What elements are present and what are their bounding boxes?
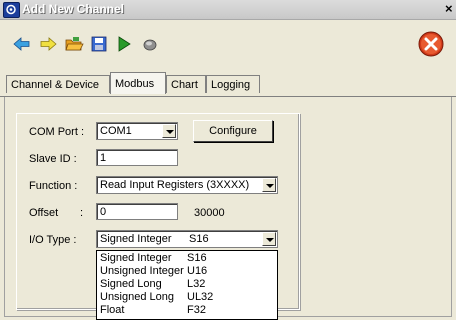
play-icon[interactable]	[114, 34, 134, 54]
title-bar[interactable]: Add New Channel ×	[0, 0, 456, 20]
save-icon[interactable]	[89, 34, 109, 54]
offset-label: Offset	[29, 207, 59, 219]
list-item[interactable]: Float F32	[100, 305, 206, 316]
configure-button[interactable]: Configure	[193, 120, 273, 142]
add-new-channel-window: Add New Channel × Channel & Device Modbu…	[0, 0, 456, 320]
io-type-value: Signed Integer	[100, 233, 172, 245]
io-type-code: S16	[189, 233, 209, 245]
list-item[interactable]: Signed Long L32	[100, 279, 205, 290]
offset-input[interactable]: 0	[96, 203, 178, 220]
tab-chart[interactable]: Chart	[166, 75, 206, 93]
function-label: Function :	[29, 180, 78, 192]
arrow-right-icon[interactable]	[38, 34, 58, 54]
tab-modbus[interactable]: Modbus	[110, 72, 166, 94]
tab-strip: Channel & Device Modbus Chart Logging	[0, 72, 456, 96]
tab-logging[interactable]: Logging	[206, 75, 260, 93]
arrow-left-icon[interactable]	[12, 34, 32, 54]
chevron-down-icon[interactable]	[162, 124, 176, 138]
toolbar	[0, 20, 456, 68]
offset-colon: :	[80, 207, 84, 219]
com-port-label: COM Port :	[29, 126, 85, 138]
io-type-select[interactable]: Signed Integer S16	[96, 230, 278, 248]
function-value: Read Input Registers (3XXXX)	[100, 179, 250, 191]
slave-id-input[interactable]: 1	[96, 149, 178, 166]
list-item[interactable]: Unsigned Long UL32	[100, 292, 213, 303]
app-icon	[3, 2, 20, 18]
list-item[interactable]: Unsigned Integer U16	[100, 266, 207, 277]
com-port-value: COM1	[100, 125, 132, 137]
function-select[interactable]: Read Input Registers (3XXXX)	[96, 176, 278, 194]
tab-channel-device[interactable]: Channel & Device	[6, 75, 110, 93]
chevron-down-icon[interactable]	[262, 178, 276, 192]
slave-id-label: Slave ID :	[29, 153, 77, 165]
close-circle-icon[interactable]	[418, 31, 444, 57]
open-folder-icon[interactable]	[64, 34, 84, 54]
io-type-dropdown-list[interactable]: Signed Integer S16 Unsigned Integer U16 Si…	[96, 250, 278, 320]
window-title: Add New Channel	[22, 2, 125, 16]
offset-address: 30000	[194, 207, 225, 219]
chevron-down-icon[interactable]	[262, 232, 276, 246]
com-port-select[interactable]: COM1	[96, 122, 178, 140]
window-close-button[interactable]: ×	[445, 1, 455, 16]
record-icon[interactable]	[140, 34, 160, 54]
list-item[interactable]: Signed Integer S16	[100, 253, 207, 264]
io-type-label: I/O Type :	[29, 234, 77, 246]
